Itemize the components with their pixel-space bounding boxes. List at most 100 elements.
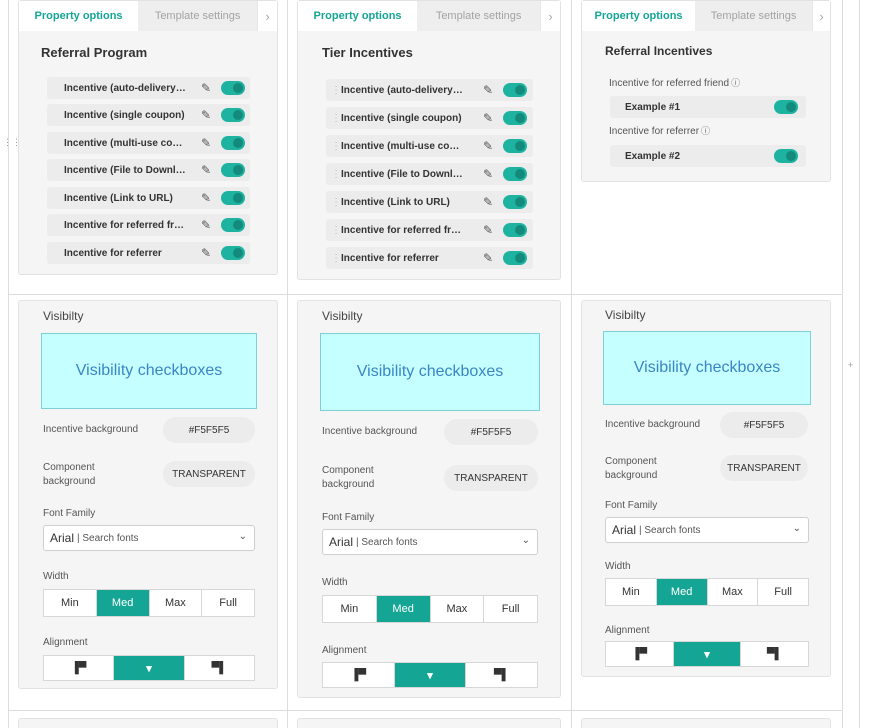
toggle-switch[interactable] bbox=[503, 167, 527, 181]
drag-handle-icon[interactable]: ⋮ bbox=[331, 141, 341, 152]
pencil-icon[interactable]: ✎ bbox=[201, 136, 211, 150]
visibility-panel: Visibilty Visibility checkboxes Incentiv… bbox=[297, 300, 561, 698]
font-family-label: Font Family bbox=[605, 500, 658, 511]
drag-handle-icon[interactable]: ⋮ bbox=[331, 85, 341, 96]
info-icon[interactable]: ⓘ bbox=[731, 78, 740, 88]
component-background-color[interactable]: TRANSPARENT bbox=[163, 461, 255, 487]
align-center-button[interactable]: ▾ bbox=[114, 656, 185, 680]
toggle-switch[interactable] bbox=[221, 246, 245, 260]
incentive-background-color[interactable]: #F5F5F5 bbox=[444, 419, 538, 445]
list-item[interactable]: ⋮ Incentive (File to Downl… bbox=[326, 163, 533, 185]
width-med-button[interactable]: Med bbox=[96, 590, 150, 616]
tab-template-settings[interactable]: Template settings bbox=[695, 1, 813, 31]
width-min-button[interactable]: Min bbox=[606, 579, 657, 605]
drag-handle-icon[interactable]: ⋮ bbox=[331, 197, 341, 208]
list-item[interactable]: Incentive for referrer bbox=[47, 242, 250, 264]
tab-property-options[interactable]: Property options bbox=[298, 1, 418, 31]
list-item[interactable]: Incentive (multi-use co… bbox=[47, 132, 250, 154]
tabs-next-arrow[interactable]: › bbox=[257, 1, 278, 31]
font-family-select[interactable]: Arial | Search fonts ⌄ bbox=[322, 529, 538, 555]
tabs-next-arrow[interactable]: › bbox=[540, 1, 561, 31]
list-item[interactable]: Incentive (File to Downl… bbox=[47, 159, 250, 181]
tabs-next-arrow[interactable]: › bbox=[812, 1, 830, 31]
toggle-switch[interactable] bbox=[774, 149, 798, 163]
toggle-switch[interactable] bbox=[221, 218, 245, 232]
pencil-icon[interactable]: ✎ bbox=[201, 218, 211, 232]
drag-handle-icon[interactable]: ⋮ bbox=[331, 225, 341, 236]
align-left-button[interactable]: ▐▀ bbox=[606, 642, 674, 666]
tab-template-settings[interactable]: Template settings bbox=[417, 1, 541, 31]
list-item[interactable]: Incentive for referred fr… bbox=[47, 214, 250, 236]
toggle-switch[interactable] bbox=[503, 251, 527, 265]
toggle-switch[interactable] bbox=[503, 139, 527, 153]
width-max-button[interactable]: Max bbox=[150, 590, 203, 616]
align-right-button[interactable]: ▀▌ bbox=[466, 663, 537, 687]
section-title: Tier Incentives bbox=[322, 45, 413, 60]
toggle-switch[interactable] bbox=[221, 163, 245, 177]
toggle-switch[interactable] bbox=[503, 111, 527, 125]
pencil-icon[interactable]: ✎ bbox=[201, 163, 211, 177]
item-label: Incentive (auto-delivery… bbox=[341, 84, 463, 96]
drag-handle-icon[interactable]: ⋮ bbox=[331, 169, 341, 180]
list-item[interactable]: ⋮ Incentive (auto-delivery… bbox=[326, 79, 533, 101]
list-item[interactable]: Incentive (Link to URL) bbox=[47, 187, 250, 209]
font-family-select[interactable]: Arial | Search fonts ⌄ bbox=[605, 517, 809, 543]
pencil-icon[interactable]: ✎ bbox=[483, 167, 493, 181]
pencil-icon[interactable]: ✎ bbox=[483, 251, 493, 265]
align-center-button[interactable]: ▾ bbox=[673, 642, 742, 666]
toggle-switch[interactable] bbox=[503, 223, 527, 237]
width-max-button[interactable]: Max bbox=[431, 596, 485, 622]
width-min-button[interactable]: Min bbox=[323, 596, 377, 622]
list-item[interactable]: ⋮ Incentive (Link to URL) bbox=[326, 191, 533, 213]
pencil-icon[interactable]: ✎ bbox=[483, 139, 493, 153]
align-right-button[interactable]: ▀▌ bbox=[185, 656, 254, 680]
incentive-background-color[interactable]: #F5F5F5 bbox=[163, 417, 255, 443]
drag-handle-icon[interactable]: ⋮ bbox=[331, 253, 341, 264]
toggle-switch[interactable] bbox=[503, 83, 527, 97]
width-max-button[interactable]: Max bbox=[708, 579, 759, 605]
incentive-background-color[interactable]: #F5F5F5 bbox=[720, 412, 808, 438]
list-item[interactable]: ⋮ Incentive (single coupon) bbox=[326, 107, 533, 129]
pencil-icon[interactable]: ✎ bbox=[201, 108, 211, 122]
list-item[interactable]: ⋮ Incentive for referred fr… bbox=[326, 219, 533, 241]
pencil-icon[interactable]: ✎ bbox=[483, 223, 493, 237]
list-item[interactable]: Incentive (auto-delivery… bbox=[47, 77, 250, 99]
component-background-color[interactable]: TRANSPARENT bbox=[720, 455, 808, 481]
font-name: Arial bbox=[50, 531, 75, 545]
pencil-icon[interactable]: ✎ bbox=[201, 246, 211, 260]
toggle-switch[interactable] bbox=[221, 108, 245, 122]
width-med-button[interactable]: Med bbox=[376, 596, 431, 622]
align-right-button[interactable]: ▀▌ bbox=[741, 642, 808, 666]
align-center-button[interactable]: ▾ bbox=[394, 663, 467, 687]
list-item[interactable]: Incentive (single coupon) bbox=[47, 104, 250, 126]
pencil-icon[interactable]: ✎ bbox=[201, 81, 211, 95]
list-item[interactable]: ⋮ Incentive (multi-use co… bbox=[326, 135, 533, 157]
font-family-select[interactable]: Arial | Search fonts ⌄ bbox=[43, 525, 255, 551]
toggle-switch[interactable] bbox=[221, 136, 245, 150]
tab-template-settings[interactable]: Template settings bbox=[138, 1, 258, 31]
toggle-switch[interactable] bbox=[221, 191, 245, 205]
width-full-button[interactable]: Full bbox=[758, 579, 808, 605]
width-med-button[interactable]: Med bbox=[656, 579, 708, 605]
toggle-switch[interactable] bbox=[503, 195, 527, 209]
width-min-button[interactable]: Min bbox=[44, 590, 97, 616]
tab-property-options[interactable]: Property options bbox=[19, 1, 139, 31]
toggle-switch[interactable] bbox=[221, 81, 245, 95]
width-full-button[interactable]: Full bbox=[484, 596, 537, 622]
pencil-icon[interactable]: ✎ bbox=[483, 111, 493, 125]
component-background-color[interactable]: TRANSPARENT bbox=[444, 465, 538, 491]
align-left-button[interactable]: ▐▀ bbox=[44, 656, 115, 680]
visibility-checkboxes-placeholder: Visibility checkboxes bbox=[320, 333, 540, 411]
tab-property-options[interactable]: Property options bbox=[582, 1, 696, 31]
pencil-icon[interactable]: ✎ bbox=[483, 195, 493, 209]
pencil-icon[interactable]: ✎ bbox=[201, 191, 211, 205]
toggle-switch[interactable] bbox=[774, 100, 798, 114]
width-full-button[interactable]: Full bbox=[202, 590, 254, 616]
add-icon[interactable]: + bbox=[848, 360, 853, 370]
list-item[interactable]: ⋮ Incentive for referrer bbox=[326, 247, 533, 269]
pencil-icon[interactable]: ✎ bbox=[483, 83, 493, 97]
align-left-button[interactable]: ▐▀ bbox=[323, 663, 395, 687]
alignment-label: Alignment bbox=[43, 637, 88, 648]
drag-handle-icon[interactable]: ⋮ bbox=[331, 113, 341, 124]
info-icon[interactable]: ⓘ bbox=[701, 126, 710, 136]
